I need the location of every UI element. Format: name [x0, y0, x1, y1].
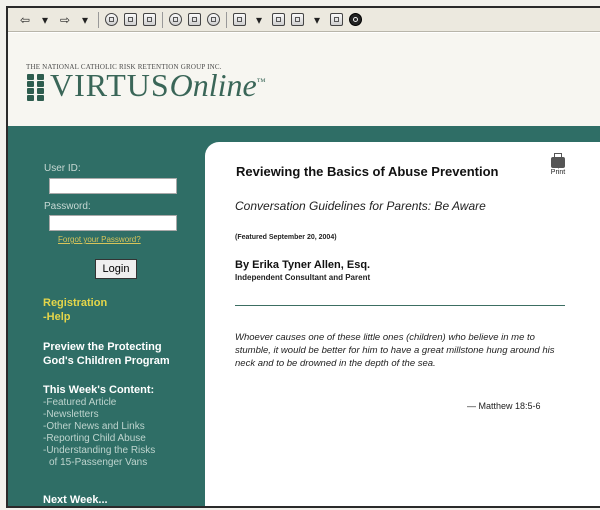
edit-icon[interactable]: [291, 13, 304, 26]
logo-main-text: VIRTUS: [50, 67, 170, 103]
site-header: THE NATIONAL CATHOLIC RISK RETENTION GRO…: [8, 33, 600, 126]
print-label: Print: [550, 169, 566, 176]
quote-citation: — Matthew 18:5-6: [467, 401, 541, 411]
author-name: By Erika Tyner Allen, Esq.: [235, 259, 371, 271]
preview-line-2: God's Children Program: [43, 355, 170, 367]
toolbar-separator: [226, 11, 227, 28]
edit-dropdown-icon[interactable]: ▾: [310, 12, 324, 28]
search-icon[interactable]: [169, 13, 182, 26]
forward-arrow-icon[interactable]: ⇨: [58, 12, 72, 28]
forward-dropdown-icon[interactable]: ▾: [78, 12, 92, 28]
article-panel: Reviewing the Basics of Abuse Prevention…: [205, 142, 600, 506]
stop-icon[interactable]: [105, 13, 118, 26]
discuss-icon[interactable]: [330, 13, 343, 26]
browser-toolbar: ⇦ ▾ ⇨ ▾ ▾ ▾: [8, 8, 600, 32]
article-subtitle: Conversation Guidelines for Parents: Be …: [235, 199, 486, 213]
back-dropdown-icon[interactable]: ▾: [38, 12, 52, 28]
this-week-item-newsletters[interactable]: -Newsletters: [43, 409, 155, 421]
logo-script-text: Online: [169, 67, 257, 103]
this-week-item-other-news[interactable]: -Other News and Links: [43, 421, 155, 433]
scripture-quote: Whoever causes one of these little ones …: [235, 332, 555, 369]
this-week-item-reporting-abuse[interactable]: -Reporting Child Abuse: [43, 433, 155, 445]
author-role: Independent Consultant and Parent: [235, 273, 371, 282]
preview-line-1: Preview the Protecting: [43, 341, 162, 353]
divider: [235, 305, 565, 306]
print-button[interactable]: Print: [545, 153, 571, 176]
user-id-input[interactable]: [49, 178, 177, 194]
login-button[interactable]: Login: [95, 259, 137, 279]
featured-date: (Featured September 20, 2004): [235, 234, 337, 241]
browser-frame: ⇦ ▾ ⇨ ▾ ▾ ▾ THE NATIONAL CATHOLIC RISK R…: [6, 6, 600, 508]
this-week-heading: This Week's Content:: [43, 384, 155, 396]
favorites-icon[interactable]: [188, 13, 201, 26]
user-id-label: User ID:: [44, 163, 81, 174]
this-week-item-understanding-risks[interactable]: -Understanding the Risks: [43, 445, 155, 457]
help-link[interactable]: -Help: [43, 311, 71, 323]
this-week-list: -Featured Article -Newsletters -Other Ne…: [43, 397, 155, 469]
history-icon[interactable]: [207, 13, 220, 26]
site-logo[interactable]: VIRTUSOnline™: [50, 67, 267, 104]
toolbar-separator: [162, 11, 163, 28]
refresh-icon[interactable]: [124, 13, 137, 26]
this-week-item-featured-article[interactable]: -Featured Article: [43, 397, 155, 409]
preview-program-link[interactable]: Preview the Protecting God's Children Pr…: [43, 340, 170, 368]
sidebar: User ID: Password: Forgot your Password?…: [18, 142, 203, 506]
password-input[interactable]: [49, 215, 177, 231]
printer-icon: [551, 153, 565, 168]
home-icon[interactable]: [143, 13, 156, 26]
print-toolbar-icon[interactable]: [272, 13, 285, 26]
forgot-password-link[interactable]: Forgot your Password?: [58, 235, 141, 244]
toolbar-separator: [98, 11, 99, 28]
next-week-heading[interactable]: Next Week...: [43, 493, 108, 506]
logo-mark-icon: [27, 74, 44, 102]
password-label: Password:: [44, 201, 91, 212]
mail-dropdown-icon[interactable]: ▾: [252, 12, 266, 28]
logo-trademark: ™: [256, 76, 267, 87]
article-title: Reviewing the Basics of Abuse Prevention: [236, 164, 499, 179]
this-week-item-vans[interactable]: of 15-Passenger Vans: [43, 457, 155, 469]
messenger-icon[interactable]: [349, 13, 362, 26]
back-arrow-icon[interactable]: ⇦: [18, 12, 32, 28]
mail-icon[interactable]: [233, 13, 246, 26]
registration-link[interactable]: Registration: [43, 297, 107, 309]
